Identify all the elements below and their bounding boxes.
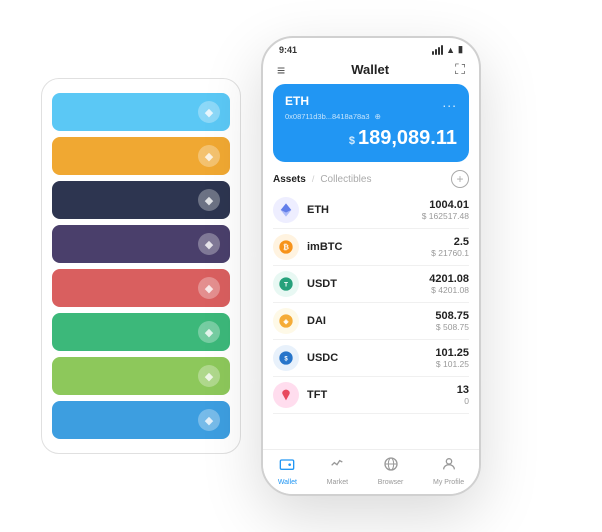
page-title: Wallet	[351, 62, 389, 77]
dai-name: DAI	[307, 315, 326, 327]
eth-card-header: ETH ...	[285, 94, 457, 110]
stack-card-5: ◆	[52, 269, 230, 307]
eth-card-menu[interactable]: ...	[442, 94, 457, 110]
imbtc-usd: $ 21760.1	[431, 248, 469, 258]
profile-nav-label: My Profile	[433, 479, 464, 486]
stack-card-1: ◆	[52, 93, 230, 131]
eth-icon	[273, 197, 299, 223]
asset-item-tft[interactable]: TFT 13 0	[273, 377, 469, 414]
tab-separator: /	[312, 174, 315, 184]
tft-amount: 13	[457, 384, 469, 396]
dai-icon: ◈	[273, 308, 299, 334]
stack-card-icon-2: ◆	[198, 145, 220, 167]
usdc-amount: 101.25	[435, 347, 469, 359]
svg-text:◈: ◈	[282, 319, 289, 326]
market-nav-icon	[329, 456, 345, 477]
asset-item-dai[interactable]: ◈ DAI 508.75 $ 508.75	[273, 303, 469, 340]
signal-icon	[432, 45, 443, 55]
asset-item-usdc[interactable]: $ USDC 101.25 $ 101.25	[273, 340, 469, 377]
stack-card-6: ◆	[52, 313, 230, 351]
card-stack: ◆ ◆ ◆ ◆ ◆ ◆ ◆ ◆	[41, 78, 241, 454]
usdt-amount: 4201.08	[429, 273, 469, 285]
copy-icon[interactable]: ⊕	[375, 112, 381, 121]
stack-card-icon-1: ◆	[198, 101, 220, 123]
wifi-icon: ▲	[446, 45, 455, 55]
stack-card-icon-6: ◆	[198, 321, 220, 343]
bottom-nav: Wallet Market Browser My Profile	[263, 449, 479, 494]
dai-amount: 508.75	[435, 310, 469, 322]
tft-usd: 0	[457, 396, 469, 406]
browser-nav-icon	[383, 456, 399, 477]
menu-icon[interactable]: ≡	[277, 62, 285, 78]
phone-content: ETH ... 0x08711d3b...8418a78a3 ⊕ $189,08…	[263, 84, 479, 449]
profile-nav-icon	[441, 456, 457, 477]
eth-amount: 1004.01	[422, 199, 469, 211]
nav-wallet[interactable]: Wallet	[278, 456, 297, 486]
usdt-usd: $ 4201.08	[429, 285, 469, 295]
eth-card-amount: $189,089.11	[285, 127, 457, 150]
eth-card-title: ETH	[285, 94, 309, 108]
nav-browser[interactable]: Browser	[378, 456, 404, 486]
status-icons: ▲ ▮	[432, 44, 463, 55]
scene: ◆ ◆ ◆ ◆ ◆ ◆ ◆ ◆ 9:41	[11, 11, 591, 521]
stack-card-4: ◆	[52, 225, 230, 263]
svg-text:T: T	[284, 282, 288, 289]
eth-usd: $ 162517.48	[422, 211, 469, 221]
phone: 9:41 ▲ ▮ ≡ Wallet ⛶ ETH	[261, 36, 481, 496]
status-bar: 9:41 ▲ ▮	[263, 38, 479, 57]
wallet-nav-icon	[279, 456, 295, 477]
tab-collectibles[interactable]: Collectibles	[320, 174, 371, 185]
phone-header: ≡ Wallet ⛶	[263, 57, 479, 84]
tft-name: TFT	[307, 389, 327, 401]
stack-card-7: ◆	[52, 357, 230, 395]
expand-icon[interactable]: ⛶	[455, 61, 465, 78]
svg-text:₿: ₿	[283, 243, 289, 252]
stack-card-icon-7: ◆	[198, 365, 220, 387]
asset-item-eth[interactable]: ETH 1004.01 $ 162517.48	[273, 192, 469, 229]
nav-profile[interactable]: My Profile	[433, 456, 464, 486]
tft-icon	[273, 382, 299, 408]
tab-assets[interactable]: Assets	[273, 174, 306, 185]
add-asset-button[interactable]: +	[451, 170, 469, 188]
stack-card-3: ◆	[52, 181, 230, 219]
usdc-icon: $	[273, 345, 299, 371]
asset-item-imbtc[interactable]: ₿ imBTC 2.5 $ 21760.1	[273, 229, 469, 266]
assets-tabs: Assets / Collectibles	[273, 174, 371, 185]
stack-card-2: ◆	[52, 137, 230, 175]
eth-name: ETH	[307, 204, 329, 216]
stack-card-icon-8: ◆	[198, 409, 220, 431]
assets-header: Assets / Collectibles +	[273, 170, 469, 188]
wallet-nav-label: Wallet	[278, 479, 297, 486]
usdc-name: USDC	[307, 352, 338, 364]
imbtc-name: imBTC	[307, 241, 342, 253]
stack-card-icon-3: ◆	[198, 189, 220, 211]
nav-market[interactable]: Market	[327, 456, 348, 486]
usdc-usd: $ 101.25	[435, 359, 469, 369]
stack-card-icon-5: ◆	[198, 277, 220, 299]
eth-card-address: 0x08711d3b...8418a78a3 ⊕	[285, 112, 457, 121]
imbtc-icon: ₿	[273, 234, 299, 260]
currency-symbol: $	[349, 135, 355, 147]
usdt-icon: T	[273, 271, 299, 297]
dai-usd: $ 508.75	[435, 322, 469, 332]
asset-item-usdt[interactable]: T USDT 4201.08 $ 4201.08	[273, 266, 469, 303]
usdt-name: USDT	[307, 278, 337, 290]
asset-list: ETH 1004.01 $ 162517.48 ₿ imBTC	[273, 192, 469, 449]
stack-card-8: ◆	[52, 401, 230, 439]
imbtc-amount: 2.5	[431, 236, 469, 248]
status-time: 9:41	[279, 45, 297, 55]
eth-card[interactable]: ETH ... 0x08711d3b...8418a78a3 ⊕ $189,08…	[273, 84, 469, 162]
market-nav-label: Market	[327, 479, 348, 486]
browser-nav-label: Browser	[378, 479, 404, 486]
stack-card-icon-4: ◆	[198, 233, 220, 255]
battery-icon: ▮	[458, 44, 463, 55]
